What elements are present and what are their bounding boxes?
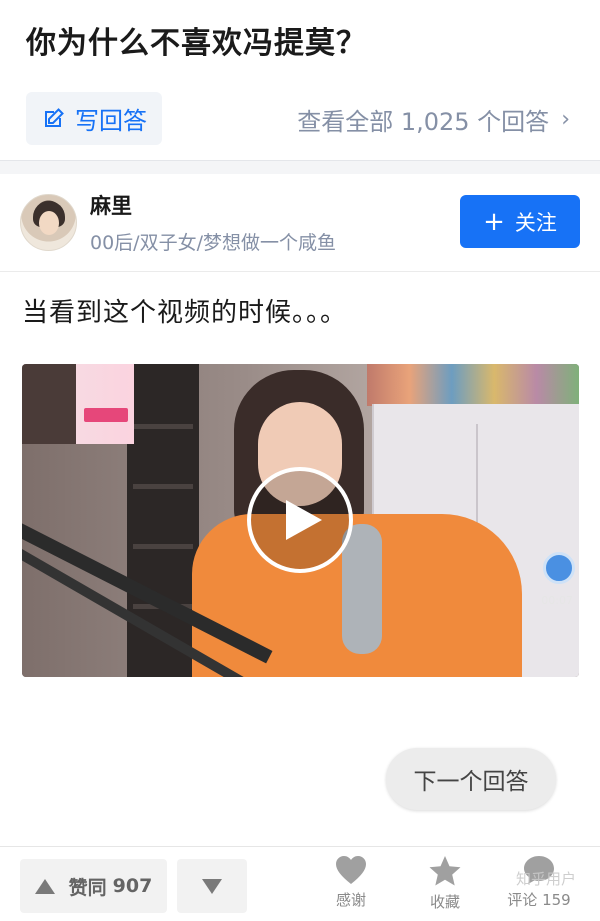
video-player[interactable]: 00:07	[22, 364, 579, 677]
collect-button[interactable]: 收藏	[413, 855, 477, 912]
downvote-arrow-icon	[202, 878, 222, 894]
chevron-right-icon: ›	[561, 107, 570, 132]
collect-label: 收藏	[429, 893, 460, 911]
write-answer-button[interactable]: 写回答	[26, 92, 162, 145]
star-icon	[429, 856, 461, 886]
play-button[interactable]	[247, 467, 353, 573]
upvote-label: 赞同	[68, 876, 107, 899]
section-divider	[0, 160, 600, 174]
thanks-button[interactable]: 感谢	[319, 855, 383, 910]
author-bio: 00后/双子女/梦想做一个咸鱼	[90, 232, 336, 254]
watermark: 知乎用户	[516, 870, 577, 888]
author-name[interactable]: 麻里	[90, 190, 132, 220]
heart-icon	[336, 856, 366, 884]
comment-label: 评论 159	[507, 891, 571, 909]
edit-icon	[45, 107, 64, 127]
upvote-button[interactable]: 赞同 907	[20, 859, 167, 913]
follow-label: 关注	[514, 210, 557, 235]
play-icon	[286, 500, 322, 540]
author-card: 麻里 00后/双子女/梦想做一个咸鱼 + 关注	[0, 174, 600, 272]
view-all-answers-link[interactable]: 查看全部 1,025 个回答 ›	[297, 102, 570, 137]
follow-button[interactable]: + 关注	[460, 195, 580, 248]
question-title: 你为什么不喜欢冯提莫？	[26, 26, 367, 61]
next-answer-button[interactable]: 下一个回答	[386, 748, 556, 810]
thanks-label: 感谢	[335, 891, 366, 909]
live-indicator-icon	[543, 552, 575, 584]
downvote-button[interactable]	[177, 859, 247, 913]
plus-icon: +	[483, 206, 505, 237]
upvote-arrow-icon	[34, 878, 55, 894]
write-answer-label: 写回答	[75, 107, 147, 135]
video-duration: 00:07	[541, 594, 573, 607]
upvote-count: 907	[112, 875, 153, 897]
video-overlay-image	[22, 364, 134, 444]
avatar[interactable]	[20, 194, 77, 251]
answer-text: 当看到这个视频的时候。。。	[22, 298, 348, 328]
bottom-action-bar: 赞同 907 感谢 收藏 评论 159	[0, 846, 600, 921]
view-all-label: 查看全部 1,025 个回答	[297, 108, 550, 136]
